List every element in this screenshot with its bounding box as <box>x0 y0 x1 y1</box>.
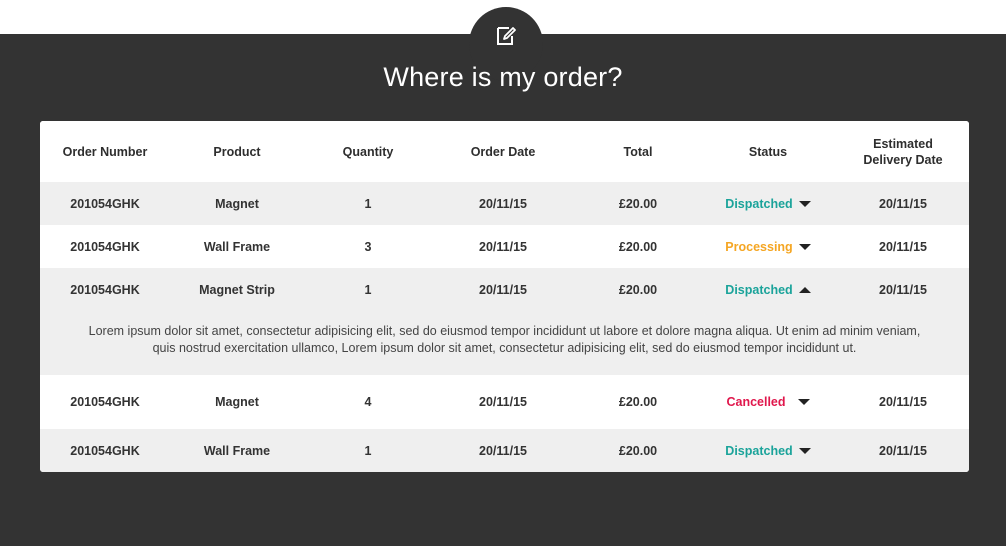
total: £20.00 <box>618 282 658 297</box>
table-row[interactable]: 201054GHK Wall Frame 3 20/11/15 £20.00 P… <box>40 225 969 268</box>
product: Wall Frame <box>203 443 271 458</box>
total: £20.00 <box>618 239 658 254</box>
status-label: Dispatched <box>725 196 793 211</box>
chevron-down-icon[interactable] <box>798 243 811 250</box>
table-row-expanded[interactable]: 201054GHK Magnet Strip 1 20/11/15 £20.00… <box>40 268 969 375</box>
status-toggle[interactable]: Dispatched <box>713 182 823 225</box>
quantity: 1 <box>364 282 372 297</box>
product: Wall Frame <box>203 239 271 254</box>
quantity: 1 <box>364 443 372 458</box>
quantity: 1 <box>364 196 372 211</box>
status-toggle[interactable]: Dispatched <box>713 429 823 472</box>
delivery-date: 20/11/15 <box>879 196 927 211</box>
status-toggle[interactable]: Processing <box>713 225 823 268</box>
status-toggle[interactable]: Dispatched <box>713 268 823 311</box>
column-header-delivery-date: Estimated Delivery Date <box>863 136 943 167</box>
order-details-line: Lorem ipsum dolor sit amet, consectetur … <box>88 324 921 338</box>
table-header: Order Number Product Quantity Order Date… <box>40 121 969 182</box>
column-header-order-date: Order Date <box>470 144 536 159</box>
delivery-date: 20/11/15 <box>879 443 927 458</box>
order-number: 201054GHK <box>70 443 140 458</box>
order-date: 20/11/15 <box>479 196 527 211</box>
column-header-order-number: Order Number <box>62 144 148 159</box>
status-label: Dispatched <box>725 282 793 297</box>
edit-note-icon <box>497 27 516 45</box>
total: £20.00 <box>618 395 658 409</box>
chevron-down-icon[interactable] <box>798 447 811 454</box>
product: Magnet <box>215 395 259 409</box>
table-row[interactable]: 201054GHK Magnet 1 20/11/15 £20.00 Dispa… <box>40 182 969 225</box>
column-header-total: Total <box>623 144 653 159</box>
order-date: 20/11/15 <box>479 395 527 409</box>
chevron-down-icon[interactable] <box>798 200 811 207</box>
order-number: 201054GHK <box>70 239 140 254</box>
orders-table: Order Number Product Quantity Order Date… <box>40 121 969 472</box>
order-number: 201054GHK <box>70 282 140 297</box>
table-row[interactable]: 201054GHK Magnet 4 20/11/15 £20.00 Cance… <box>40 375 969 429</box>
table-row-summary: 201054GHK Magnet Strip 1 20/11/15 £20.00… <box>40 268 969 311</box>
order-date: 20/11/15 <box>479 282 527 297</box>
page-title: Where is my order? <box>383 62 623 92</box>
total: £20.00 <box>618 443 658 458</box>
delivery-date: 20/11/15 <box>879 395 927 409</box>
order-details-line: quis nostrud exercitation ullamco, Lorem… <box>152 341 857 355</box>
order-details: Lorem ipsum dolor sit amet, consectetur … <box>40 323 969 357</box>
status-label: Processing <box>725 239 793 254</box>
table-row[interactable]: 201054GHK Wall Frame 1 20/11/15 £20.00 D… <box>40 429 969 472</box>
order-date: 20/11/15 <box>479 239 527 254</box>
status-label: Cancelled <box>726 395 786 409</box>
column-header-status: Status <box>748 144 788 159</box>
total: £20.00 <box>618 196 658 211</box>
quantity: 3 <box>364 239 372 254</box>
status-label: Dispatched <box>725 443 793 458</box>
column-header-quantity: Quantity <box>342 144 394 159</box>
order-date: 20/11/15 <box>479 443 527 458</box>
quantity: 4 <box>364 395 372 409</box>
column-header-product: Product <box>213 144 261 159</box>
order-number: 201054GHK <box>70 196 140 211</box>
chevron-up-icon[interactable] <box>798 286 811 293</box>
delivery-date: 20/11/15 <box>879 239 927 254</box>
product: Magnet Strip <box>199 282 275 297</box>
status-toggle[interactable]: Cancelled <box>713 375 823 429</box>
chevron-down-icon[interactable] <box>797 399 810 405</box>
delivery-date: 20/11/15 <box>879 282 927 297</box>
order-number: 201054GHK <box>70 395 140 409</box>
product: Magnet <box>215 196 259 211</box>
